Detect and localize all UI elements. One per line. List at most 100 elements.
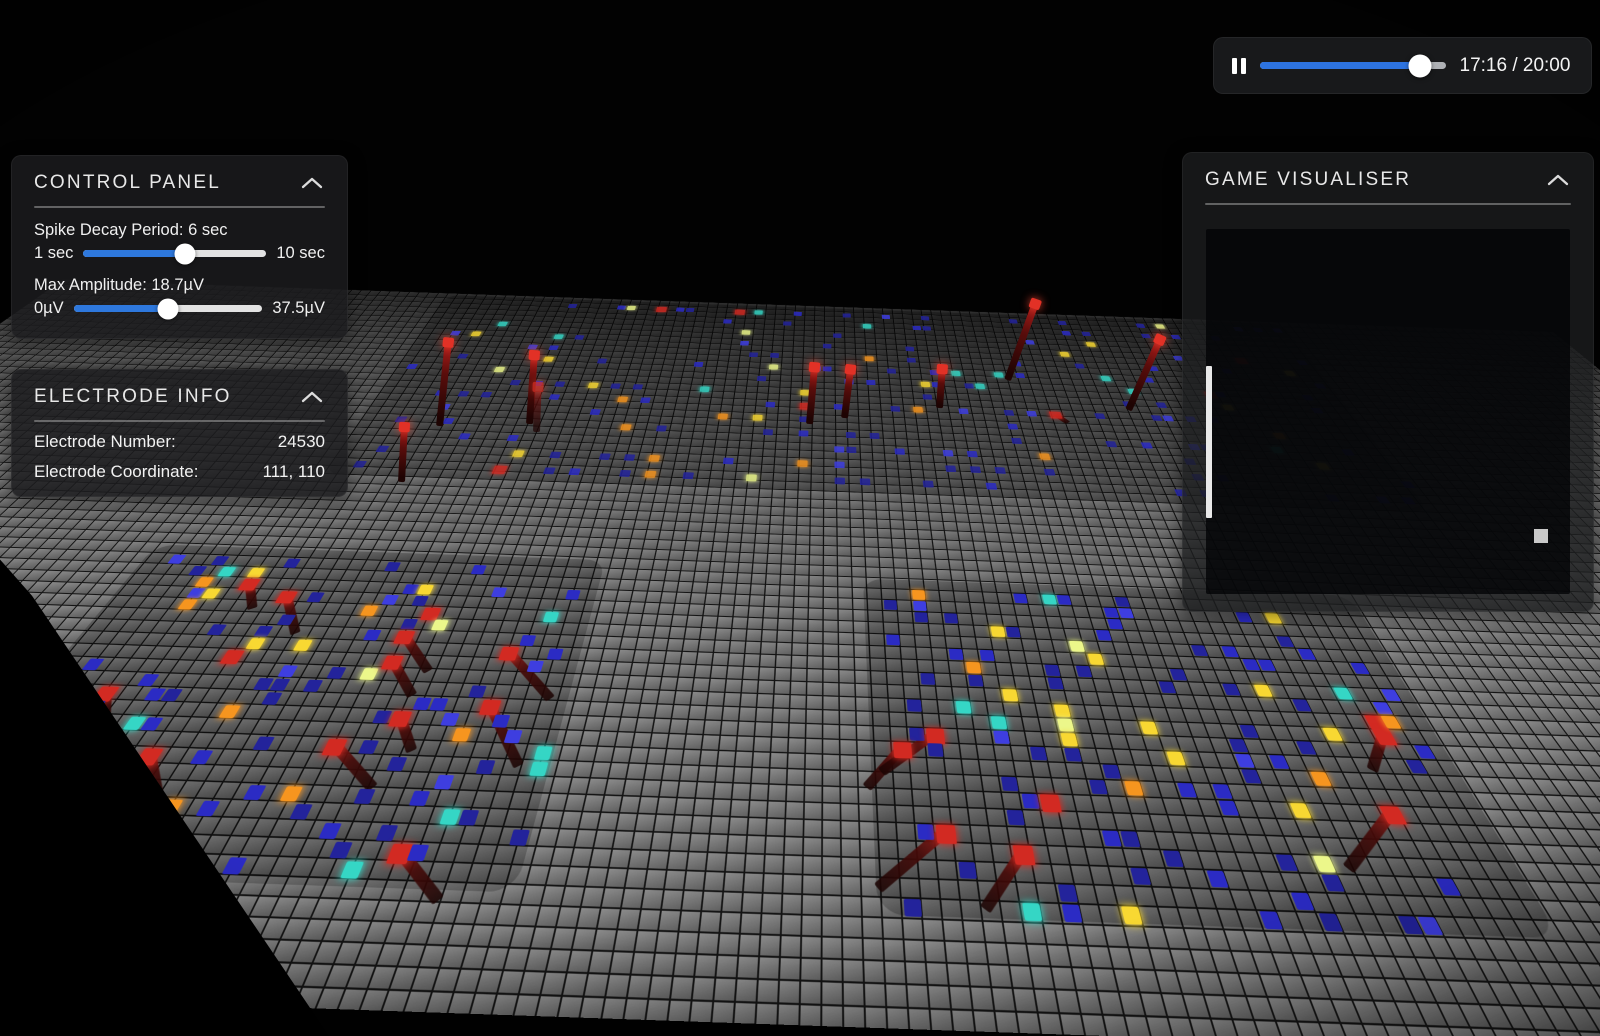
electrode	[1060, 733, 1078, 746]
spiking-electrode	[926, 728, 945, 744]
pong-ball	[1534, 529, 1548, 543]
playback-slider-thumb[interactable]	[1409, 54, 1432, 77]
pause-bar	[1241, 58, 1246, 74]
spiking-electrode	[1012, 845, 1035, 865]
electrode	[970, 466, 981, 473]
electrode	[1004, 410, 1015, 416]
electrode	[627, 306, 636, 310]
electrode	[1006, 627, 1021, 638]
electrode	[907, 699, 922, 712]
spike-decay-slider[interactable]	[83, 250, 266, 257]
electrode	[904, 899, 922, 917]
electrode-coordinate-value: 111, 110	[263, 462, 325, 482]
pong-game-area	[1206, 229, 1570, 594]
electrode	[913, 407, 923, 413]
electrode	[656, 425, 667, 431]
electrode	[1002, 689, 1018, 701]
slider-thumb[interactable]	[175, 243, 196, 264]
chevron-up-icon[interactable]	[299, 389, 325, 405]
electrode	[966, 662, 981, 674]
electrode	[975, 384, 985, 389]
electrode	[1044, 665, 1060, 677]
slider-fill	[83, 250, 185, 257]
max-amplitude-slider[interactable]	[74, 305, 263, 312]
electrode	[624, 454, 636, 461]
chevron-up-icon[interactable]	[1545, 172, 1571, 188]
electrode	[993, 731, 1010, 744]
electrode	[763, 429, 773, 435]
playback-slider[interactable]	[1260, 62, 1446, 69]
electrode	[967, 451, 978, 458]
divider	[34, 420, 325, 422]
electrode	[991, 716, 1008, 729]
electrode	[956, 701, 972, 714]
electrode	[980, 650, 995, 661]
electrode-coordinate-row: Electrode Coordinate: 111, 110	[34, 462, 325, 482]
electrode	[994, 467, 1006, 474]
spiking-electrode	[656, 307, 667, 312]
electrode	[1069, 641, 1085, 652]
pause-icon[interactable]	[1232, 58, 1246, 74]
electrode	[945, 465, 956, 472]
electrode	[797, 460, 807, 467]
electrode	[1006, 810, 1024, 826]
slider-fill	[74, 305, 168, 312]
electrode	[1011, 438, 1022, 444]
electrode-number-label: Electrode Number:	[34, 432, 176, 452]
slider-thumb[interactable]	[157, 298, 178, 319]
electrode	[694, 362, 704, 367]
electrode	[1039, 453, 1051, 460]
electrode	[770, 353, 779, 358]
electrode	[1015, 373, 1025, 378]
electrode	[1064, 748, 1082, 762]
electrode	[620, 424, 631, 430]
electrode	[985, 483, 997, 490]
electrode	[958, 862, 977, 879]
chevron-up-icon[interactable]	[299, 175, 325, 191]
electrode	[1100, 376, 1111, 381]
pong-paddle	[1206, 366, 1212, 518]
electrode	[1057, 718, 1074, 731]
electrode	[923, 480, 934, 487]
electrode	[922, 394, 932, 400]
electrode	[1026, 411, 1037, 417]
electrode	[1086, 342, 1096, 347]
electrode	[921, 382, 931, 387]
electrode	[742, 330, 751, 335]
electrode	[921, 316, 930, 320]
electrode	[1081, 332, 1091, 337]
electrode	[834, 446, 844, 453]
electrode	[1044, 469, 1056, 476]
electrode	[740, 341, 749, 346]
electrode	[1058, 884, 1078, 902]
electrode	[866, 380, 875, 385]
electrode	[833, 333, 841, 338]
electrode	[994, 372, 1004, 377]
electrode	[944, 613, 958, 623]
electrode	[909, 728, 925, 741]
electrode	[834, 461, 844, 468]
electrode	[599, 453, 611, 460]
electrode	[882, 315, 890, 319]
spike-tip	[936, 364, 948, 375]
electrode	[951, 371, 961, 376]
electrode	[676, 308, 685, 312]
electrode	[1021, 794, 1039, 809]
spike-tip	[532, 382, 543, 392]
spike-decay-slider-row: 1 sec 10 sec	[34, 244, 325, 263]
electrode	[1060, 352, 1070, 357]
electrode	[863, 324, 871, 328]
electrode	[1074, 364, 1085, 369]
electrode	[619, 470, 631, 477]
electrode	[958, 408, 968, 414]
pause-bar	[1232, 58, 1237, 74]
electrode	[568, 468, 581, 475]
electrode	[914, 612, 928, 622]
electrode	[922, 326, 931, 330]
electrode	[610, 383, 621, 388]
electrode	[912, 590, 926, 600]
spike-tip	[528, 350, 540, 361]
electrode	[865, 356, 874, 361]
spike-tip	[442, 337, 454, 348]
electrode	[913, 601, 927, 611]
